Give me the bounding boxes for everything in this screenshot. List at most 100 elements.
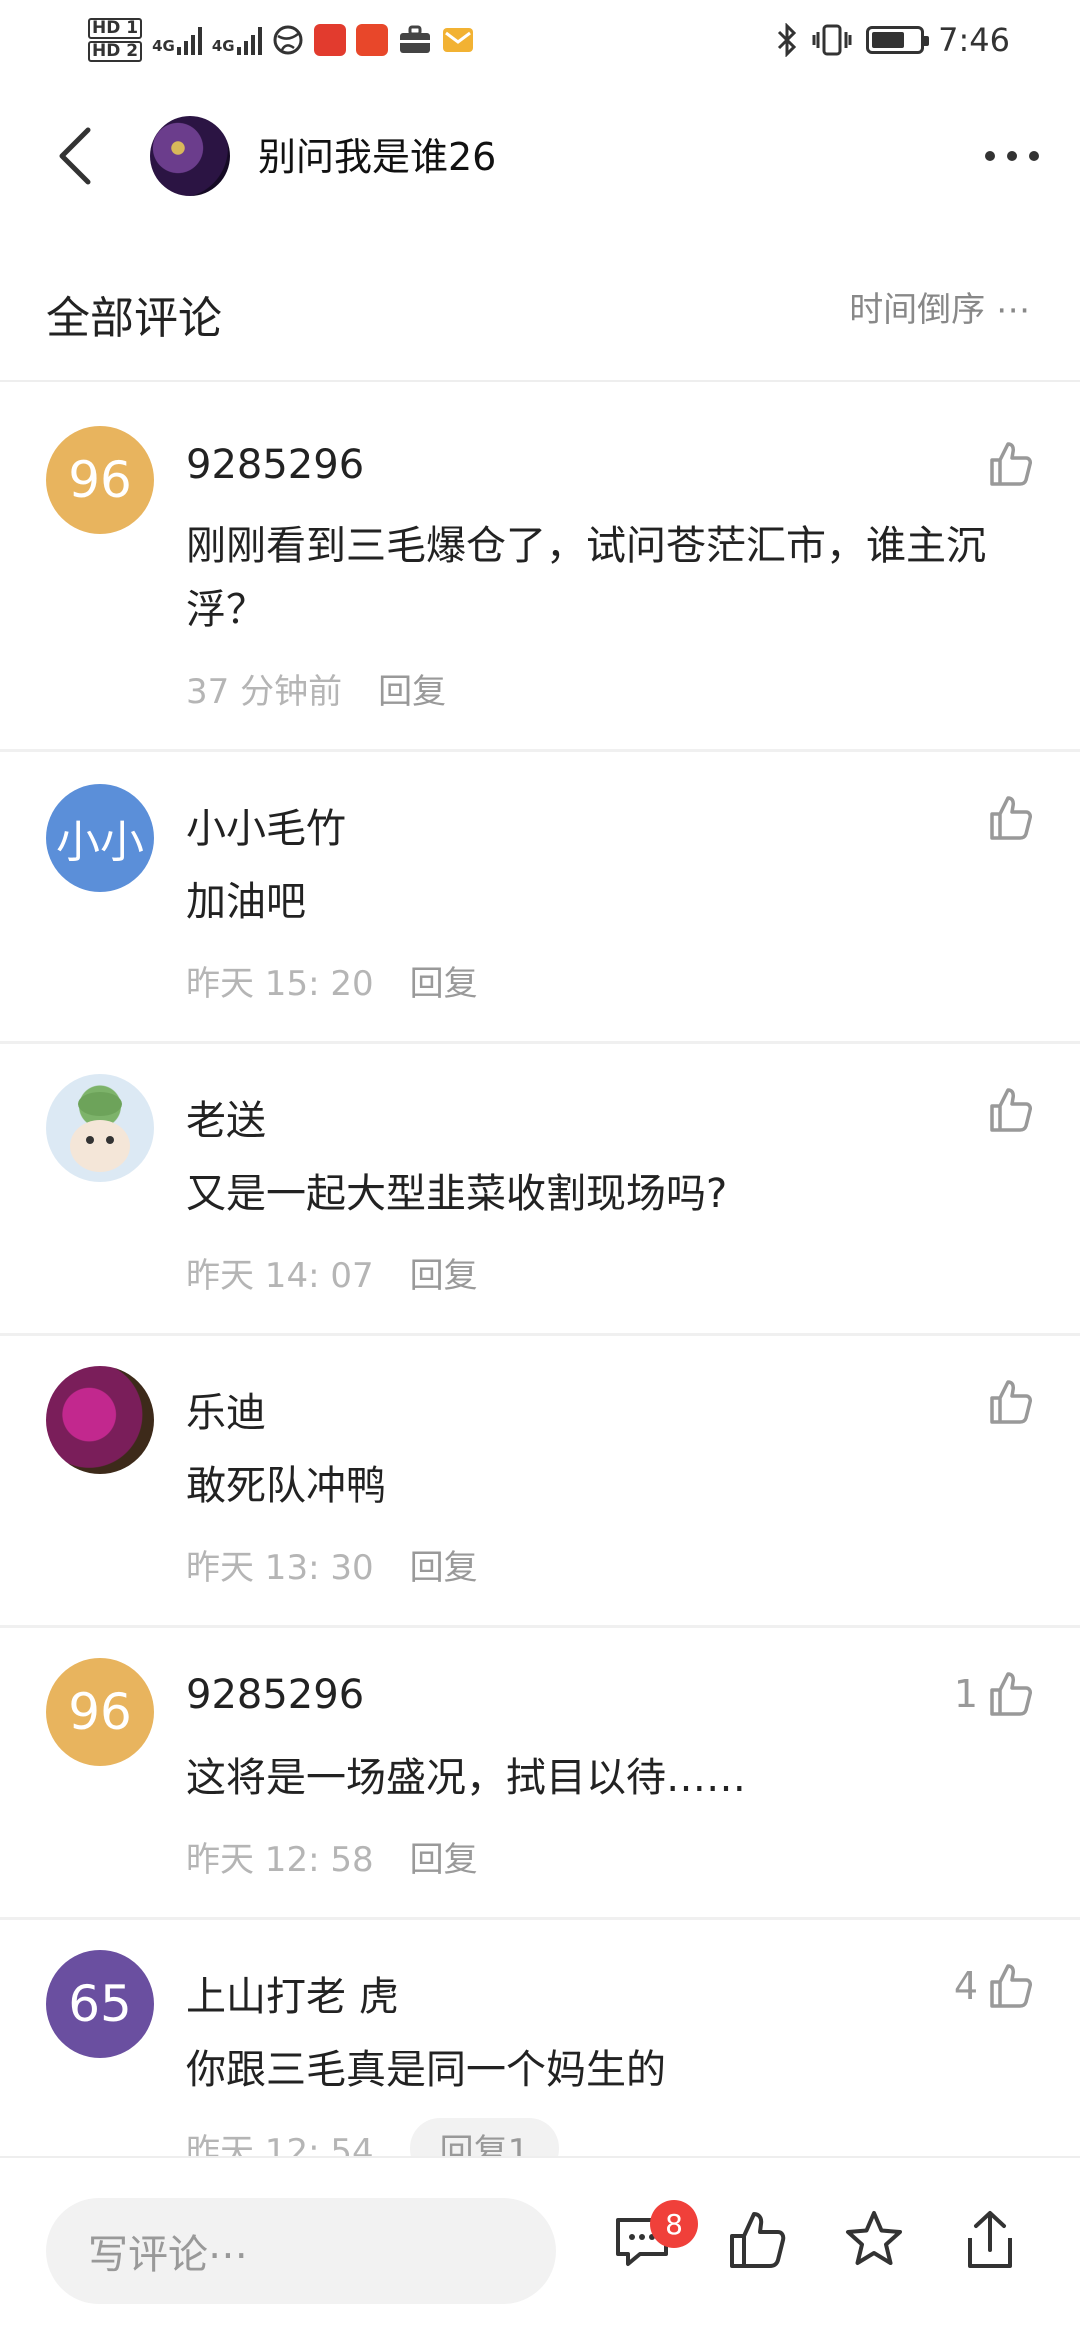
thumbs-up-icon[interactable] (726, 2208, 790, 2272)
signal-bars-icon (236, 25, 262, 55)
like-count: 1 (953, 1672, 978, 1716)
reply-button[interactable]: 回复 (410, 1540, 478, 1589)
top-header: 别问我是谁26 (0, 100, 1080, 212)
commenter-name[interactable]: 老送 (186, 1088, 266, 1146)
commenter-name[interactable]: 小小毛竹 (186, 796, 346, 854)
avatar-text: 96 (68, 451, 132, 509)
status-left: HD 1 HD 2 4G 4G (88, 10, 474, 70)
share-icon[interactable] (958, 2208, 1022, 2272)
comment-item: 65 上山打老 虎 你跟三毛真是同一个妈生的 昨天 12: 54 回复1 4 (0, 1920, 1080, 2156)
thumbs-up-icon (990, 442, 1032, 486)
commenter-name[interactable]: 9285296 (186, 442, 364, 488)
back-button[interactable] (44, 122, 112, 190)
mail-icon (442, 28, 473, 52)
briefcase-icon (399, 25, 430, 53)
signal-2: 4G (212, 25, 262, 55)
star-icon[interactable] (842, 2208, 906, 2272)
like-count: 4 (953, 1964, 978, 2008)
comment-text: 刚刚看到三毛爆仓了，试问苍茫汇市，谁主沉浮？ (186, 523, 986, 633)
thumbs-up-icon (990, 1380, 1032, 1424)
sort-order-button[interactable]: 时间倒序 ⋯ (849, 282, 1030, 331)
vibrate-icon (812, 24, 852, 56)
avatar-text: 96 (68, 1683, 132, 1741)
write-comment-input[interactable]: 写评论⋯ (46, 2198, 556, 2304)
comment-meta: 37 分钟前 回复 (186, 664, 446, 713)
comment-time: 昨天 12: 54 (186, 2132, 374, 2156)
signal-1: 4G (152, 25, 202, 55)
comments-heading: 全部评论 时间倒序 ⋯ (0, 258, 1080, 382)
net1-label: 4G (152, 37, 175, 55)
hd1-label: HD 1 (88, 18, 143, 39)
like-button[interactable]: 4 (954, 1960, 1036, 2012)
comment-text: 这将是一场盛况，拭目以待…… (186, 1755, 746, 1801)
hd2-label: HD 2 (88, 41, 143, 62)
commenter-name[interactable]: 乐迪 (186, 1380, 266, 1438)
comment-item: 小小 小小毛竹 加油吧 昨天 15: 20 回复 (0, 752, 1080, 1044)
more-dot-icon (1007, 151, 1017, 161)
status-time: 7:46 (938, 21, 1010, 59)
status-right: 7:46 (776, 10, 1010, 70)
comment-meta: 昨天 12: 58 回复 (186, 1832, 478, 1881)
chevron-left-icon (59, 127, 91, 185)
comment-time: 昨天 15: 20 (186, 964, 374, 1004)
thumbs-up-icon (990, 1964, 1032, 2008)
commenter-name[interactable]: 9285296 (186, 1672, 364, 1718)
more-options-button[interactable] (976, 122, 1048, 190)
thumbs-up-icon (990, 1088, 1032, 1132)
reply-button[interactable]: 回复 (410, 1832, 478, 1881)
signal-bars-icon (176, 25, 202, 55)
commenter-avatar[interactable]: 96 (46, 426, 154, 534)
more-dot-icon (1029, 151, 1039, 161)
comment-item: 96 9285296 这将是一场盛况，拭目以待…… 昨天 12: 58 回复 1 (0, 1628, 1080, 1920)
author-name[interactable]: 别问我是谁26 (258, 126, 496, 181)
thumbs-up-icon (990, 796, 1032, 840)
comment-meta: 昨天 15: 20 回复 (186, 956, 478, 1005)
comment-time: 昨天 12: 58 (186, 1840, 374, 1880)
commenter-avatar[interactable] (46, 1074, 154, 1182)
comment-meta: 昨天 12: 54 回复1 (186, 2118, 560, 2156)
thumbs-up-icon (990, 1672, 1032, 1716)
hd-indicator: HD 1 HD 2 (88, 18, 143, 62)
comment-item: 96 9285296 刚刚看到三毛爆仓了，试问苍茫汇市，谁主沉浮？ 37 分钟前… (0, 382, 1080, 752)
comment-meta: 昨天 14: 07 回复 (186, 1248, 478, 1297)
more-dot-icon (985, 151, 995, 161)
comment-text: 又是一起大型韭菜收割现场吗? (186, 1171, 728, 1217)
comment-text: 敢死队冲鸭 (186, 1463, 386, 1509)
comment-item: 乐迪 敢死队冲鸭 昨天 13: 30 回复 (0, 1336, 1080, 1628)
comment-meta: 昨天 13: 30 回复 (186, 1540, 478, 1589)
battery-icon (866, 26, 930, 54)
cartoon-avatar-icon (70, 1092, 130, 1172)
app-notification-icon (355, 24, 388, 56)
app-notification-icon (313, 24, 346, 56)
like-button[interactable] (978, 792, 1036, 844)
reply-button[interactable]: 回复 (410, 956, 478, 1005)
comment-item: 老送 又是一起大型韭菜收割现场吗? 昨天 14: 07 回复 (0, 1044, 1080, 1336)
globe-icon (273, 25, 303, 55)
comment-time: 昨天 13: 30 (186, 1548, 374, 1588)
like-button[interactable] (978, 1376, 1036, 1428)
reply-button[interactable]: 回复 (410, 1248, 478, 1297)
comment-input-placeholder: 写评论⋯ (88, 2232, 248, 2278)
comment-time: 昨天 14: 07 (186, 1256, 374, 1296)
reply-button[interactable]: 回复 (378, 664, 446, 713)
all-comments-title: 全部评论 (46, 293, 222, 344)
commenter-name[interactable]: 上山打老 虎 (186, 1964, 399, 2022)
like-button[interactable] (978, 438, 1036, 490)
commenter-avatar[interactable]: 65 (46, 1950, 154, 2058)
commenter-avatar[interactable]: 小小 (46, 784, 154, 892)
comment-count-badge: 8 (650, 2200, 698, 2248)
comment-text: 加油吧 (186, 879, 306, 925)
avatar-text: 65 (68, 1975, 132, 2033)
commenter-avatar[interactable] (46, 1366, 154, 1474)
bluetooth-icon (778, 23, 797, 57)
like-button[interactable] (978, 1084, 1036, 1136)
commenter-avatar[interactable]: 96 (46, 1658, 154, 1766)
net2-label: 4G (211, 37, 235, 55)
comment-time: 37 分钟前 (186, 672, 343, 712)
comment-text: 你跟三毛真是同一个妈生的 (186, 2047, 666, 2093)
avatar-text: 小小 (56, 817, 144, 868)
like-button[interactable]: 1 (954, 1668, 1036, 1720)
bottom-action-bar: 写评论⋯ 8 (0, 2156, 1080, 2340)
author-avatar[interactable] (150, 116, 230, 196)
reply-count-button[interactable]: 回复1 (409, 2118, 560, 2156)
